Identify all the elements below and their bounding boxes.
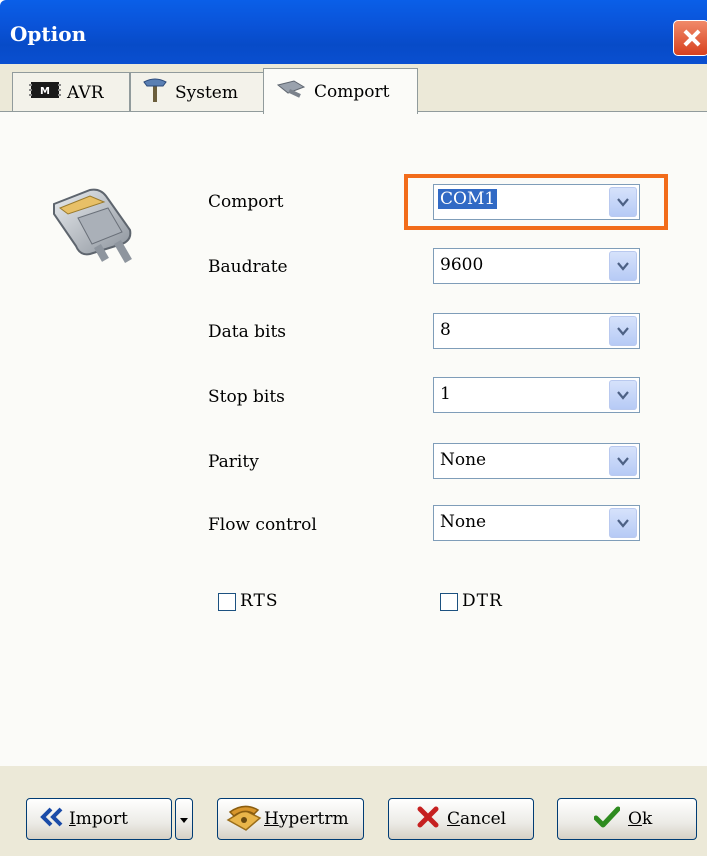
stopbits-value: 1: [440, 384, 451, 404]
databits-value: 8: [440, 320, 451, 340]
chevron-down-icon[interactable]: [609, 380, 637, 410]
title-bar[interactable]: Option: [0, 0, 707, 64]
chevron-down-icon[interactable]: [609, 251, 637, 281]
avr-chip-icon: M: [29, 79, 61, 106]
tab-avr-label: AVR: [67, 82, 104, 103]
tab-system-label: System: [175, 82, 238, 103]
stopbits-select[interactable]: 1: [433, 377, 640, 413]
rts-checkbox[interactable]: [218, 593, 236, 611]
hypertrm-button[interactable]: Hypertrm: [217, 798, 364, 840]
option-dialog: Option M AVR System Comport Comport COM1…: [0, 0, 707, 856]
chevron-down-icon[interactable]: [609, 446, 637, 476]
ok-button[interactable]: Ok: [557, 798, 697, 840]
parity-value: None: [440, 450, 487, 470]
databits-label: Data bits: [208, 322, 287, 342]
cancel-button[interactable]: Cancel: [388, 798, 534, 840]
rts-label: RTS: [240, 591, 279, 611]
import-label: Import: [69, 809, 128, 829]
tools-icon: [141, 76, 169, 109]
flowcontrol-value: None: [440, 512, 487, 532]
svg-text:M: M: [40, 86, 50, 97]
window-title: Option: [10, 22, 87, 46]
cancel-label: Cancel: [447, 809, 507, 829]
flowcontrol-select[interactable]: None: [433, 505, 640, 541]
parity-label: Parity: [208, 452, 259, 472]
serial-connector-icon: [48, 182, 148, 276]
dtr-label: DTR: [462, 591, 503, 611]
comport-label: Comport: [208, 192, 284, 212]
import-button[interactable]: Import: [26, 798, 172, 840]
baudrate-value: 9600: [440, 255, 484, 275]
databits-select[interactable]: 8: [433, 313, 640, 349]
caret-down-icon: [179, 809, 189, 829]
magnifier-icon: [274, 77, 308, 106]
flowcontrol-label: Flow control: [208, 515, 317, 535]
chevron-down-icon[interactable]: [609, 316, 637, 346]
telephone-icon: [224, 800, 264, 839]
parity-select[interactable]: None: [433, 443, 640, 479]
stopbits-label: Stop bits: [208, 387, 285, 407]
baudrate-label: Baudrate: [208, 257, 288, 277]
highlight-annotation: [404, 174, 668, 230]
tab-system[interactable]: System: [130, 72, 264, 112]
tab-comport-label: Comport: [314, 81, 390, 102]
baudrate-select[interactable]: 9600: [433, 248, 640, 284]
dtr-checkbox[interactable]: [440, 593, 458, 611]
double-chevron-left-icon: [39, 807, 65, 832]
close-button[interactable]: [673, 20, 707, 56]
red-x-icon: [417, 806, 439, 833]
tab-avr[interactable]: M AVR: [12, 72, 130, 112]
hypertrm-label: Hypertrm: [264, 809, 349, 829]
ok-label: Ok: [628, 809, 653, 829]
tab-comport[interactable]: Comport: [263, 68, 418, 114]
chevron-down-icon[interactable]: [609, 508, 637, 538]
checkmark-icon: [593, 806, 621, 833]
import-dropdown-button[interactable]: [175, 798, 193, 840]
